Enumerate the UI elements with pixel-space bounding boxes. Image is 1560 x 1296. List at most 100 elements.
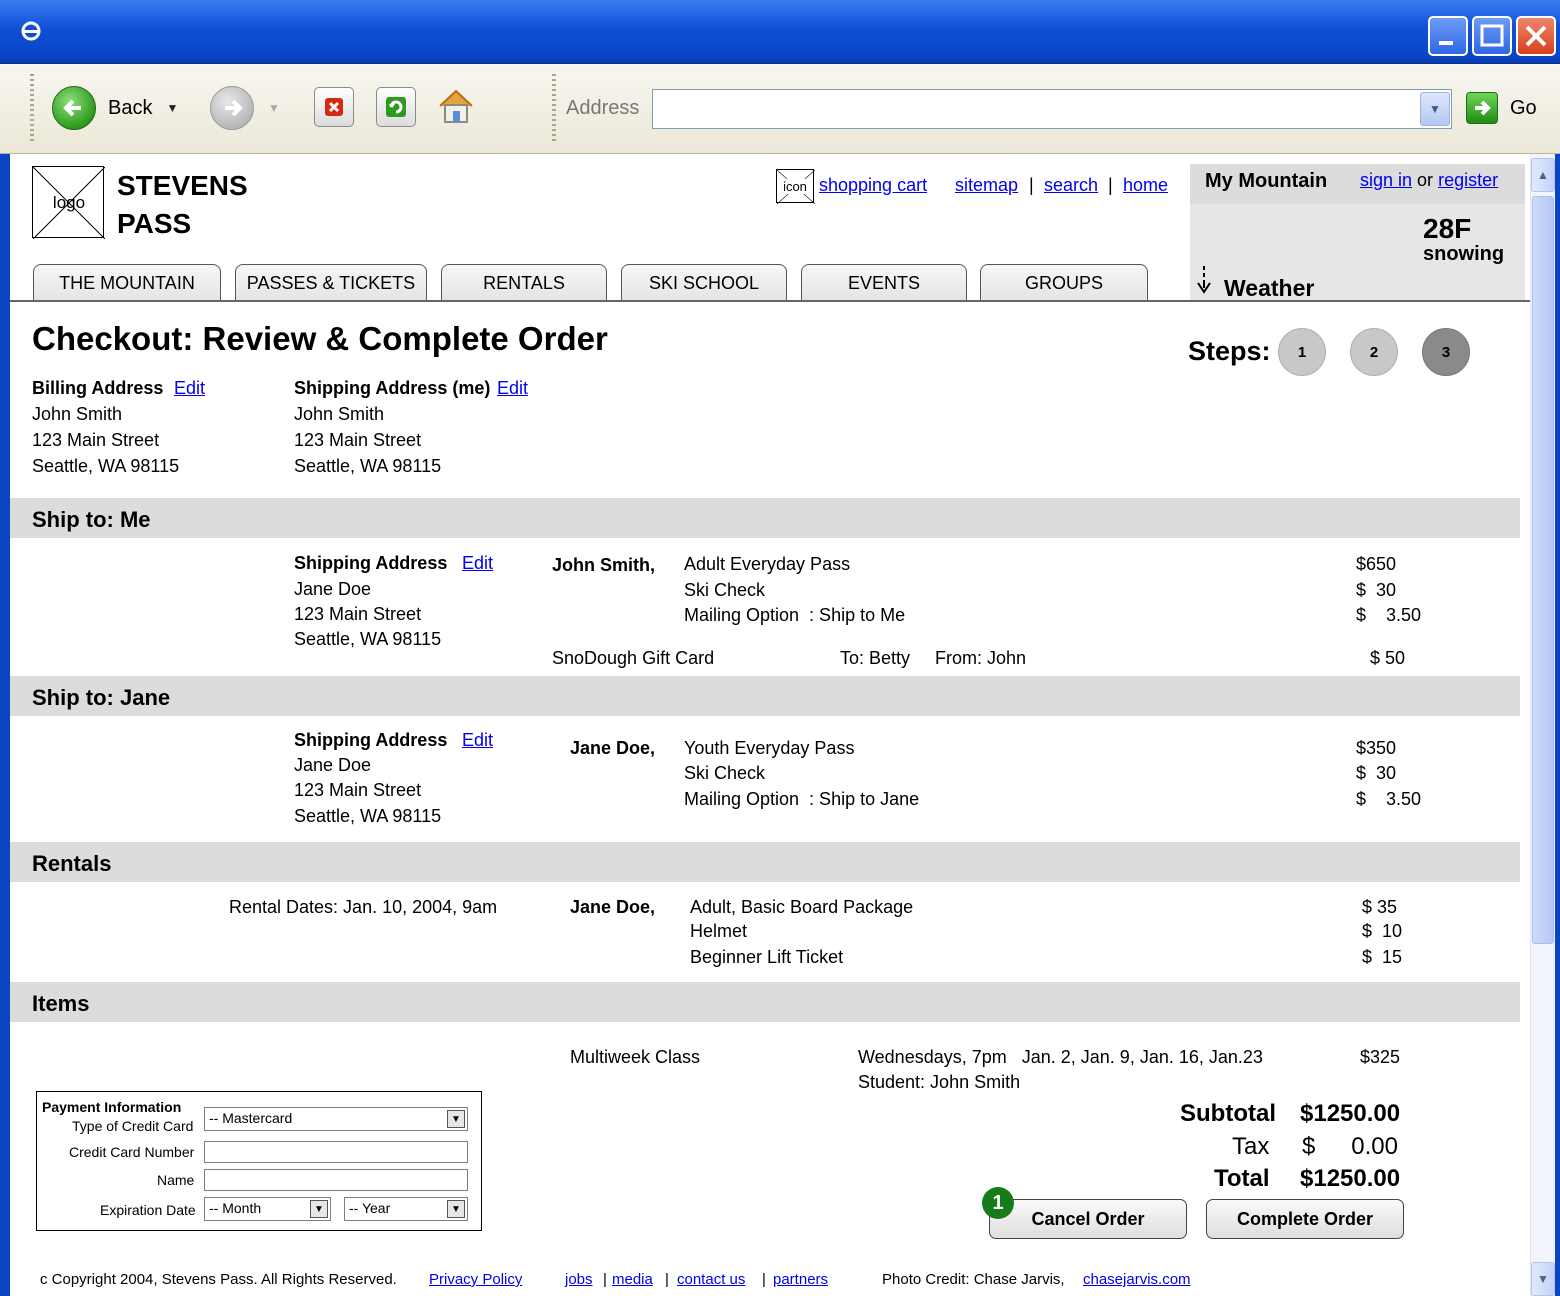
item-schedule: Wednesdays, 7pm Jan. 2, Jan. 9, Jan. 16,… [858, 1047, 1263, 1067]
gift-card-name: SnoDough Gift Card [552, 648, 715, 668]
card-number-input[interactable] [204, 1141, 468, 1163]
tab-events[interactable]: EVENTS [801, 264, 967, 301]
tab-groups[interactable]: GROUPS [980, 264, 1148, 301]
ship-jane-address-line: 123 Main Street [294, 780, 422, 800]
rental-price: $ 15 [1362, 947, 1403, 967]
minimize-button[interactable] [1428, 16, 1468, 56]
steps-label: Steps: [1188, 336, 1271, 366]
toolbar-grip [30, 74, 34, 144]
maximize-button[interactable] [1472, 16, 1512, 56]
section-ship-to-me: Ship to: Me [32, 507, 151, 532]
ship-jane-address-label: Shipping Address [294, 730, 448, 750]
gift-card-price: $ 50 [1370, 648, 1406, 668]
section-bar [10, 676, 1520, 716]
scroll-down-icon[interactable]: ▼ [1531, 1262, 1555, 1296]
browser-title-bar [0, 0, 1560, 64]
window-frame-right [1555, 154, 1560, 1296]
billing-line: Seattle, WA 98115 [32, 456, 180, 476]
tab-the-mountain[interactable]: THE MOUNTAIN [33, 264, 221, 301]
scroll-thumb[interactable] [1532, 196, 1554, 944]
shopping-cart-link[interactable]: shopping cart [819, 175, 927, 196]
tab-passes-tickets[interactable]: PASSES & TICKETS [235, 264, 427, 301]
jobs-link[interactable]: jobs [565, 1271, 593, 1288]
rental-item: Adult, Basic Board Package [690, 897, 914, 917]
scroll-up-icon[interactable]: ▲ [1531, 158, 1555, 192]
stop-button[interactable] [314, 87, 354, 127]
back-dropdown-icon[interactable]: ▼ [166, 101, 178, 115]
total-value: $1250.00 [1300, 1165, 1401, 1192]
go-arrow-icon [1466, 92, 1498, 124]
window-frame-left [0, 154, 10, 1296]
month-value: -- Month [209, 1200, 262, 1216]
section-bar [10, 842, 1520, 882]
order-item: Mailing Option : Ship to Me [684, 605, 906, 625]
home-button[interactable] [434, 84, 478, 128]
ship-jane-edit-link[interactable]: Edit [462, 730, 493, 751]
forward-dropdown-icon[interactable]: ▼ [268, 101, 280, 115]
tab-ski-school[interactable]: SKI SCHOOL [621, 264, 787, 301]
tax-value: 0.00 [1351, 1133, 1398, 1160]
sign-in-link[interactable]: sign in [1360, 170, 1412, 190]
sitemap-link[interactable]: sitemap [955, 175, 1018, 196]
expiration-label: Expiration Date [100, 1202, 196, 1218]
privacy-policy-link[interactable]: Privacy Policy [429, 1271, 522, 1288]
chasejarvis-link[interactable]: chasejarvis.com [1083, 1271, 1191, 1288]
ship-me-person: John Smith, [552, 555, 655, 575]
weather-expand-icon[interactable] [1196, 264, 1212, 300]
item-price: $ 30 [1356, 580, 1397, 600]
order-item: Youth Everyday Pass [684, 738, 855, 758]
partners-link[interactable]: partners [773, 1271, 828, 1288]
address-dropdown-icon[interactable]: ▼ [1420, 92, 1450, 126]
cart-icon-label: icon [783, 178, 807, 194]
gift-card-from: From: John [935, 648, 1027, 668]
go-button[interactable]: Go [1466, 92, 1537, 124]
ship-me-address-label: Shipping Address [294, 553, 448, 573]
nav-divider [10, 300, 1530, 302]
footer-separator: | [762, 1271, 766, 1288]
footer-separator: | [603, 1271, 607, 1288]
name-input[interactable] [204, 1169, 468, 1191]
billing-edit-link[interactable]: Edit [174, 378, 205, 399]
step-2: 2 [1350, 328, 1398, 376]
ship-jane-address-line: Seattle, WA 98115 [294, 806, 442, 826]
close-window-button[interactable] [1516, 16, 1556, 56]
shipping-me-edit-link[interactable]: Edit [497, 378, 528, 399]
order-item: Ski Check [684, 763, 766, 783]
address-grip [552, 74, 556, 144]
search-link[interactable]: search [1044, 175, 1098, 196]
order-item: Mailing Option : Ship to Jane [684, 789, 920, 809]
section-bar [10, 498, 1520, 538]
shopping-cart-icon[interactable]: icon [776, 169, 815, 204]
shipping-me-line: 123 Main Street [294, 430, 422, 450]
address-input[interactable] [652, 89, 1452, 129]
weather-toggle[interactable]: Weather [1224, 275, 1314, 302]
forward-arrow-icon [210, 86, 254, 130]
back-button[interactable]: Back ▼ [52, 82, 178, 134]
cancel-order-button[interactable]: Cancel Order [989, 1199, 1187, 1239]
contact-us-link[interactable]: contact us [677, 1271, 745, 1288]
item-price: $350 [1356, 738, 1397, 758]
tax-currency: $ [1302, 1133, 1316, 1160]
ship-me-edit-link[interactable]: Edit [462, 553, 493, 574]
rental-price: $ 35 [1362, 897, 1398, 917]
complete-order-button[interactable]: Complete Order [1206, 1199, 1404, 1239]
tab-rentals[interactable]: RENTALS [441, 264, 607, 301]
go-label: Go [1510, 96, 1537, 119]
media-link[interactable]: media [612, 1271, 653, 1288]
logo-placeholder[interactable]: logo [32, 166, 105, 239]
card-type-label: Type of Credit Card [72, 1118, 194, 1134]
my-mountain-title: My Mountain [1205, 170, 1328, 192]
step-3-current: 3 [1422, 328, 1470, 376]
or-text: or [1417, 170, 1434, 190]
expiration-month-select[interactable]: -- Month ▼ [204, 1197, 331, 1221]
expiration-year-select[interactable]: -- Year ▼ [344, 1197, 468, 1221]
total-label: Total [1214, 1165, 1270, 1192]
brand-name-line1: STEVENS [117, 170, 248, 201]
item-name: Multiweek Class [570, 1047, 701, 1067]
home-link[interactable]: home [1123, 175, 1168, 196]
forward-button[interactable]: ▼ [210, 86, 280, 130]
refresh-button[interactable] [376, 87, 416, 127]
logo-label: logo [52, 193, 86, 212]
register-link[interactable]: register [1438, 170, 1498, 190]
card-type-select[interactable]: -- Mastercard ▼ [204, 1107, 468, 1131]
